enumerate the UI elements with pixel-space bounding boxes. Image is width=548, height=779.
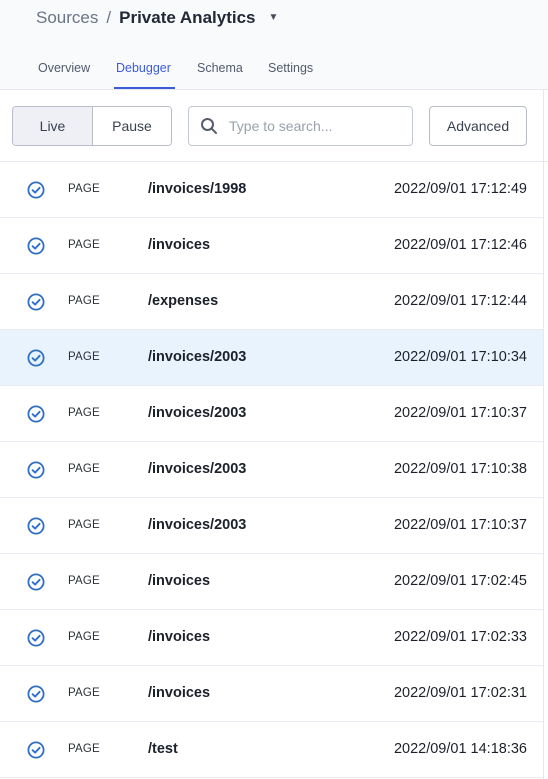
event-path: /expenses (148, 293, 219, 309)
event-path: /invoices (148, 629, 211, 645)
event-timestamp: 2022/09/01 17:12:46 (393, 237, 527, 253)
debugger-toolbar: Live Pause Advanced (0, 90, 548, 162)
breadcrumb-sources-link[interactable]: Sources (36, 8, 98, 28)
tab-bar: Overview Debugger Schema Settings (0, 58, 548, 90)
event-type: PAGE (68, 519, 100, 531)
event-row[interactable]: PAGE /invoices 2022/09/01 17:02:31 (0, 666, 543, 722)
event-type: PAGE (68, 407, 100, 419)
event-timestamp: 2022/09/01 17:10:37 (393, 517, 527, 533)
breadcrumb-separator: / (106, 8, 112, 27)
event-timestamp: 2022/09/01 17:02:33 (393, 629, 527, 645)
event-path: /invoices (148, 685, 211, 701)
check-circle-icon (27, 237, 45, 255)
event-timestamp: 2022/09/01 17:10:34 (393, 349, 527, 365)
event-type: PAGE (68, 687, 100, 699)
event-row[interactable]: PAGE /invoices/2003 2022/09/01 17:10:37 (0, 498, 543, 554)
event-path: /invoices/2003 (148, 517, 247, 533)
search-icon (201, 118, 217, 134)
page-header: Sources / Private Analytics ▼ Overview D… (0, 0, 548, 90)
live-pause-toggle: Live Pause (12, 106, 172, 146)
event-timestamp: 2022/09/01 17:10:38 (393, 461, 527, 477)
check-circle-icon (27, 293, 45, 311)
check-circle-icon (27, 517, 45, 535)
event-row[interactable]: PAGE /invoices/1998 2022/09/01 17:12:49 (0, 162, 543, 218)
check-circle-icon (27, 629, 45, 647)
event-row[interactable]: PAGE /invoices/2003 2022/09/01 17:10:37 (0, 386, 543, 442)
live-button[interactable]: Live (13, 107, 93, 145)
event-list: PAGE /invoices/1998 2022/09/01 17:12:49 … (0, 162, 543, 778)
event-row[interactable]: PAGE /invoices/2003 2022/09/01 17:10:38 (0, 442, 543, 498)
pause-button[interactable]: Pause (93, 107, 171, 145)
advanced-button[interactable]: Advanced (429, 106, 527, 146)
tab-overview[interactable]: Overview (38, 58, 90, 89)
event-type: PAGE (68, 183, 100, 195)
event-row-selected[interactable]: PAGE /invoices/2003 2022/09/01 17:10:34 (0, 330, 543, 386)
event-type: PAGE (68, 351, 100, 363)
event-timestamp: 2022/09/01 17:02:31 (393, 685, 527, 701)
check-circle-icon (27, 573, 45, 591)
event-path: /invoices/2003 (148, 405, 247, 421)
check-circle-icon (27, 741, 45, 759)
event-path: /invoices/2003 (148, 461, 247, 477)
check-circle-icon (27, 405, 45, 423)
check-circle-icon (27, 181, 45, 199)
breadcrumb: Sources / Private Analytics ▼ (36, 7, 278, 29)
event-path: /test (148, 741, 178, 757)
check-circle-icon (27, 349, 45, 367)
tab-debugger[interactable]: Debugger (116, 58, 171, 89)
event-row[interactable]: PAGE /invoices 2022/09/01 17:12:46 (0, 218, 543, 274)
search-box (188, 106, 413, 146)
event-type: PAGE (68, 631, 100, 643)
tab-schema[interactable]: Schema (197, 58, 243, 89)
event-row[interactable]: PAGE /test 2022/09/01 14:18:36 (0, 722, 543, 778)
event-type: PAGE (68, 295, 100, 307)
breadcrumb-current-source[interactable]: Private Analytics (119, 8, 255, 28)
event-type: PAGE (68, 743, 100, 755)
search-input[interactable] (229, 113, 407, 139)
check-circle-icon (27, 461, 45, 479)
event-row[interactable]: PAGE /invoices 2022/09/01 17:02:33 (0, 610, 543, 666)
event-path: /invoices/1998 (148, 181, 247, 197)
caret-down-icon[interactable]: ▼ (269, 12, 279, 23)
event-type: PAGE (68, 575, 100, 587)
event-row[interactable]: PAGE /invoices 2022/09/01 17:02:45 (0, 554, 543, 610)
event-timestamp: 2022/09/01 17:12:49 (393, 181, 527, 197)
event-path: /invoices (148, 237, 211, 253)
check-circle-icon (27, 685, 45, 703)
event-type: PAGE (68, 463, 100, 475)
panel-divider (543, 90, 544, 779)
event-timestamp: 2022/09/01 17:10:37 (393, 405, 527, 421)
event-path: /invoices/2003 (148, 349, 247, 365)
event-timestamp: 2022/09/01 17:12:44 (393, 293, 527, 309)
tab-settings[interactable]: Settings (268, 58, 313, 89)
event-timestamp: 2022/09/01 14:18:36 (393, 741, 527, 757)
event-type: PAGE (68, 239, 100, 251)
event-row[interactable]: PAGE /expenses 2022/09/01 17:12:44 (0, 274, 543, 330)
event-timestamp: 2022/09/01 17:02:45 (393, 573, 527, 589)
event-path: /invoices (148, 573, 211, 589)
